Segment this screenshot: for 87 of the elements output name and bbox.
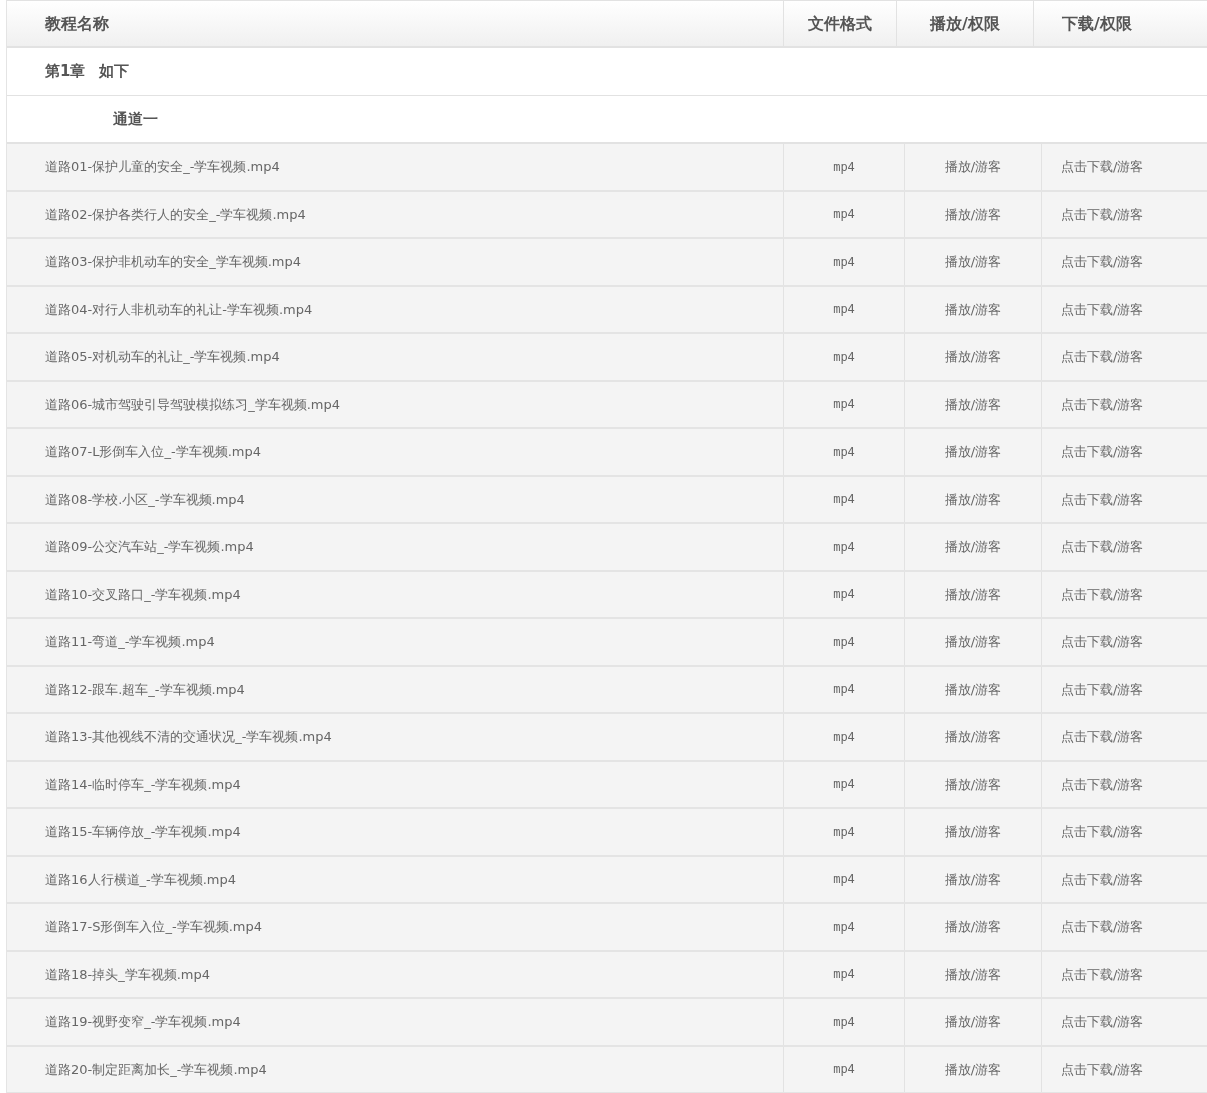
download-link[interactable]: 点击下载/游客 [1061, 917, 1144, 937]
play-link[interactable]: 播放/游客 [944, 964, 1002, 984]
file-format: mp4 [833, 348, 855, 366]
play-link[interactable]: 播放/游客 [944, 584, 1002, 604]
file-format: mp4 [833, 728, 855, 746]
download-link[interactable]: 点击下载/游客 [1061, 1012, 1144, 1032]
download-link[interactable]: 点击下载/游客 [1061, 632, 1144, 652]
file-format: mp4 [833, 206, 855, 224]
play-link[interactable]: 播放/游客 [944, 917, 1002, 937]
video-name: 道路11-弯道_-学车视频.mp4 [45, 633, 215, 651]
video-name: 道路18-掉头_学车视频.mp4 [45, 965, 211, 984]
file-format: mp4 [833, 823, 855, 841]
file-format: mp4 [833, 776, 855, 794]
video-name: 道路05-对机动车的礼让_-学车视频.mp4 [45, 348, 280, 366]
play-link[interactable]: 播放/游客 [944, 869, 1002, 889]
play-link[interactable]: 播放/游客 [944, 394, 1002, 414]
play-link[interactable]: 播放/游客 [944, 727, 1002, 747]
download-link[interactable]: 点击下载/游客 [1061, 679, 1144, 699]
file-format: mp4 [833, 158, 855, 176]
file-format: mp4 [833, 681, 855, 699]
file-format: mp4 [833, 396, 855, 414]
download-link[interactable]: 点击下载/游客 [1061, 489, 1144, 509]
download-link[interactable]: 点击下载/游客 [1061, 204, 1144, 224]
column-header: 文件格式 [808, 12, 872, 35]
play-link[interactable]: 播放/游客 [944, 299, 1002, 319]
file-format: mp4 [833, 491, 855, 509]
play-link[interactable]: 播放/游客 [944, 252, 1002, 272]
download-link[interactable]: 点击下载/游客 [1061, 394, 1144, 414]
chapter-title: 如下 [99, 61, 130, 83]
video-name: 道路04-对行人非机动车的礼让-学车视频.mp4 [45, 300, 313, 319]
play-link[interactable]: 播放/游客 [944, 347, 1002, 367]
file-format: mp4 [833, 586, 855, 604]
file-format: mp4 [833, 1061, 855, 1079]
file-format: mp4 [833, 966, 855, 984]
video-name: 道路19-视野变窄_-学车视频.mp4 [45, 1013, 241, 1031]
download-link[interactable]: 点击下载/游客 [1061, 774, 1144, 794]
video-name: 道路06-城市驾驶引导驾驶模拟练习_学车视频.mp4 [45, 395, 341, 414]
download-link[interactable]: 点击下载/游客 [1061, 964, 1144, 984]
file-format: mp4 [833, 538, 855, 556]
video-name: 道路14-临时停车_-学车视频.mp4 [45, 775, 241, 794]
download-link[interactable]: 点击下载/游客 [1061, 442, 1144, 462]
video-name: 道路08-学校.小区_-学车视频.mp4 [45, 490, 245, 509]
play-link[interactable]: 播放/游客 [944, 632, 1002, 652]
download-link[interactable]: 点击下载/游客 [1061, 869, 1144, 889]
play-link[interactable]: 播放/游客 [944, 1012, 1002, 1032]
video-name: 道路09-公交汽车站_-学车视频.mp4 [45, 538, 254, 556]
channel-title: 通道一 [113, 108, 158, 130]
play-link[interactable]: 播放/游客 [944, 489, 1002, 509]
video-name: 道路07-L形倒车入位_-学车视频.mp4 [45, 443, 261, 461]
video-name: 道路01-保护儿童的安全_-学车视频.mp4 [45, 158, 280, 176]
play-link[interactable]: 播放/游客 [944, 204, 1002, 224]
video-name: 道路03-保护非机动车的安全_学车视频.mp4 [45, 253, 302, 271]
video-name: 道路15-车辆停放_-学车视频.mp4 [45, 823, 241, 841]
video-name: 道路02-保护各类行人的安全_-学车视频.mp4 [45, 205, 306, 224]
play-link[interactable]: 播放/游客 [944, 679, 1002, 699]
video-name: 道路12-跟车.超车_-学车视频.mp4 [45, 680, 245, 699]
play-link[interactable]: 播放/游客 [944, 157, 1002, 177]
download-link[interactable]: 点击下载/游客 [1061, 299, 1144, 319]
play-link[interactable]: 播放/游客 [944, 442, 1002, 462]
play-link[interactable]: 播放/游客 [944, 774, 1002, 794]
column-header: 教程名称 [45, 12, 109, 35]
download-link[interactable]: 点击下载/游客 [1061, 584, 1144, 604]
chapter-number: 第1章 [45, 61, 86, 83]
video-name: 道路10-交叉路口_-学车视频.mp4 [45, 585, 241, 604]
download-link[interactable]: 点击下载/游客 [1061, 252, 1144, 272]
play-link[interactable]: 播放/游客 [944, 537, 1002, 557]
column-header: 播放/权限 [930, 12, 1000, 35]
play-link[interactable]: 播放/游客 [944, 822, 1002, 842]
file-format: mp4 [833, 918, 855, 936]
download-link[interactable]: 点击下载/游客 [1061, 537, 1144, 557]
download-link[interactable]: 点击下载/游客 [1061, 347, 1144, 367]
file-format: mp4 [833, 1013, 855, 1031]
video-name: 道路20-制定距离加长_-学车视频.mp4 [45, 1060, 267, 1079]
download-link[interactable]: 点击下载/游客 [1061, 727, 1144, 747]
video-name: 道路17-S形倒车入位_-学车视频.mp4 [45, 918, 262, 936]
play-link[interactable]: 播放/游客 [944, 1059, 1002, 1079]
download-link[interactable]: 点击下载/游客 [1061, 1059, 1144, 1079]
download-link[interactable]: 点击下载/游客 [1061, 157, 1144, 177]
file-format: mp4 [833, 301, 855, 319]
file-format: mp4 [833, 443, 855, 461]
video-name: 道路13-其他视线不清的交通状况_-学车视频.mp4 [45, 728, 332, 746]
download-link[interactable]: 点击下载/游客 [1061, 822, 1144, 842]
column-header: 下载/权限 [1062, 12, 1132, 35]
file-format: mp4 [833, 633, 855, 651]
file-format: mp4 [833, 871, 855, 889]
file-format: mp4 [833, 253, 855, 271]
video-name: 道路16人行横道_-学车视频.mp4 [45, 870, 237, 889]
